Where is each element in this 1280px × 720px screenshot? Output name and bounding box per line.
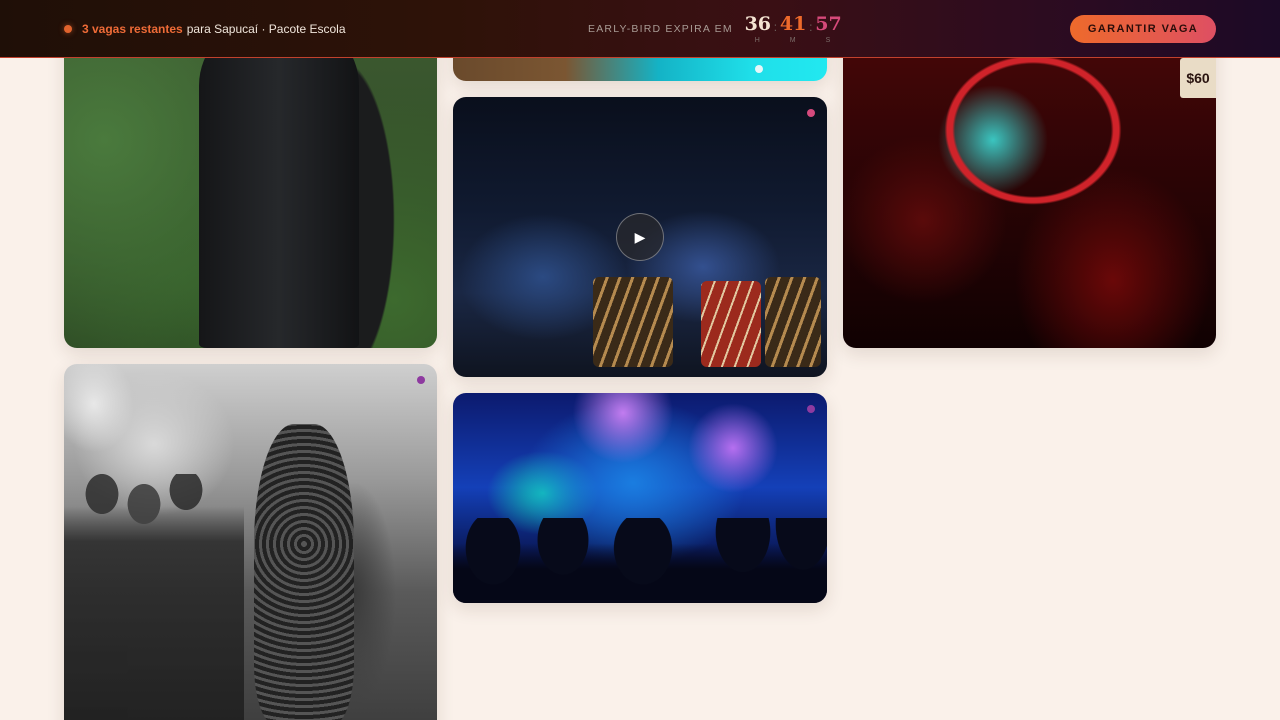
media-indicator-icon xyxy=(807,405,815,413)
media-indicator-icon xyxy=(417,376,425,384)
countdown-hours-unit: H xyxy=(754,37,761,44)
media-indicator-icon xyxy=(755,65,763,73)
countdown-seconds-value: 57 xyxy=(815,13,842,35)
media-indicator-icon xyxy=(807,109,815,117)
countdown-minutes-unit: M xyxy=(789,37,797,44)
countdown-seconds-unit: S xyxy=(825,37,832,44)
gallery-photo-nightlife[interactable]: $60 xyxy=(843,20,1216,348)
countdown-hours: 36 H xyxy=(745,14,771,44)
countdown-hours-value: 36 xyxy=(744,13,772,35)
urgency-detail: para Sapucaí · Pacote Escola xyxy=(186,22,346,36)
play-icon: ▶ xyxy=(634,228,646,245)
countdown-separator: : xyxy=(773,20,778,34)
early-bird-countdown: EARLY-BIRD EXPIRA EM 36 H : 41 M : 57 S xyxy=(588,0,842,58)
live-indicator-icon xyxy=(64,25,72,33)
concert-crowd xyxy=(453,518,827,603)
drum-graphic xyxy=(765,277,821,367)
countdown-separator: : xyxy=(809,20,813,34)
urgency-message: 3 vagas restantes para Sapucaí · Pacote … xyxy=(64,0,346,58)
countdown-minutes: 41 M xyxy=(780,14,806,44)
countdown-label: EARLY-BIRD EXPIRA EM xyxy=(588,23,733,35)
price-sign: $60 xyxy=(1180,58,1216,98)
garantir-vaga-button[interactable]: GARANTIR VAGA xyxy=(1070,15,1216,43)
gallery-photo-forest-dancer[interactable] xyxy=(64,20,437,348)
dancer-dress xyxy=(199,20,359,348)
countdown-minutes-value: 41 xyxy=(779,13,807,35)
countdown-seconds: 57 S xyxy=(815,14,841,44)
gallery-photo-concert[interactable] xyxy=(453,393,827,603)
dancer-figure xyxy=(254,424,354,720)
drum-graphic xyxy=(701,281,761,367)
play-video-button[interactable]: ▶ xyxy=(616,213,664,261)
gallery-photo-street-dancer[interactable] xyxy=(64,364,437,720)
drum-graphic xyxy=(593,277,673,367)
street-crowd xyxy=(64,474,244,720)
urgency-bar: 3 vagas restantes para Sapucaí · Pacote … xyxy=(0,0,1280,58)
vagas-remaining: 3 vagas restantes xyxy=(82,22,183,36)
gallery-video-drummers[interactable]: ▶ xyxy=(453,97,827,377)
